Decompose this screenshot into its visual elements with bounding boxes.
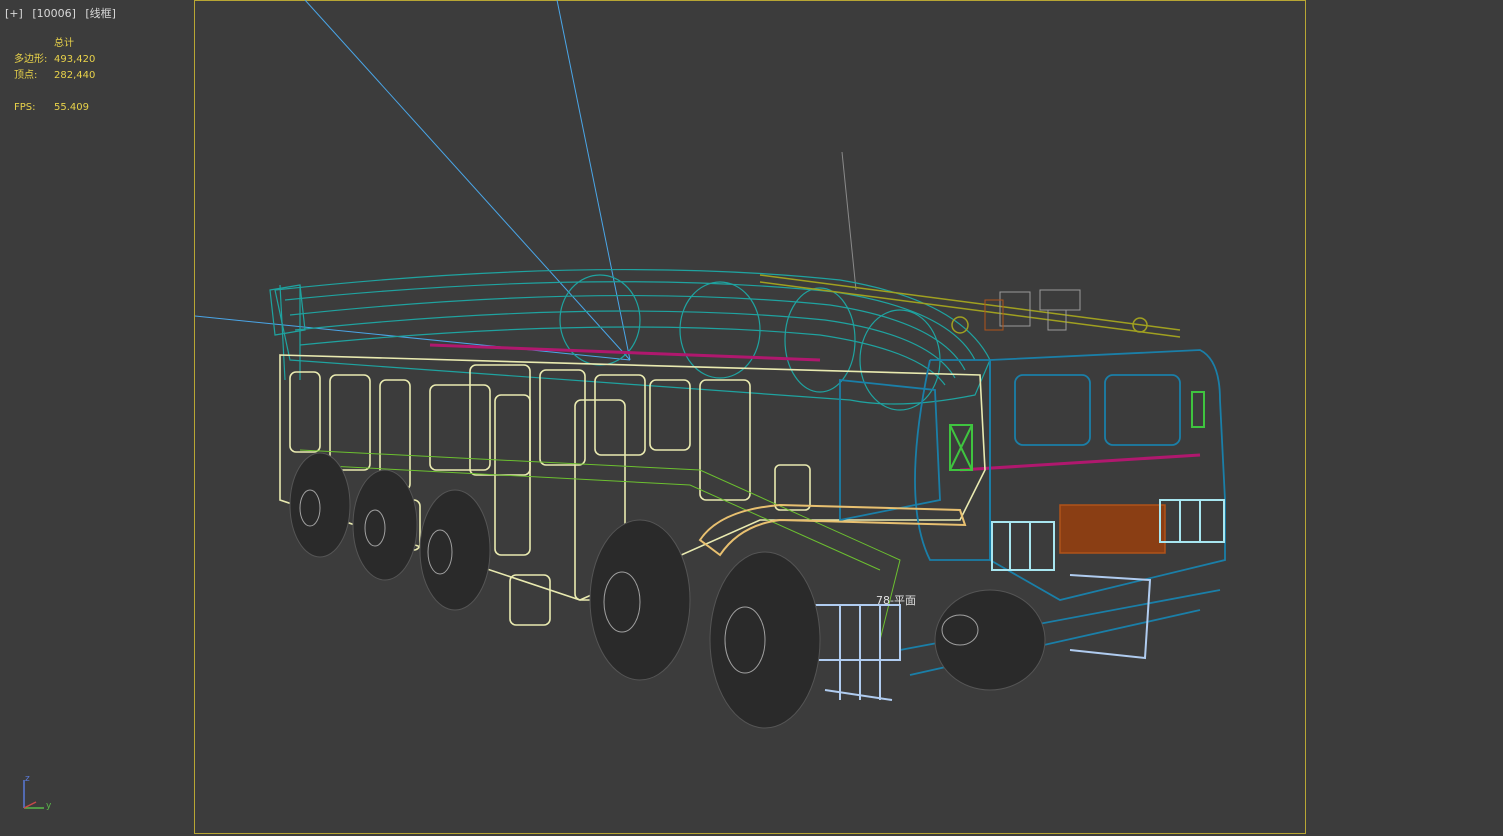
antenna-line — [841, 151, 857, 291]
wheel-3 — [419, 489, 491, 611]
wheel-6 — [934, 589, 1046, 691]
top-rails — [759, 274, 1181, 338]
y-axis-label: y — [46, 801, 52, 811]
magenta-rails — [429, 343, 1201, 472]
wheels — [289, 452, 1046, 729]
x-axis-line — [23, 801, 37, 809]
grid-plane-label: 78-平面 — [876, 594, 916, 607]
axis-gizmo: z y — [23, 774, 52, 811]
wireframe-truck-model[interactable] — [0, 0, 1503, 836]
z-axis-label: z — [25, 774, 30, 784]
3d-viewport[interactable]: [+] [10006] [线框] 总计 多边形: 493,420 顶点: 282… — [0, 0, 1503, 836]
camera-lines — [194, 0, 631, 361]
cab-grille — [1059, 504, 1166, 554]
